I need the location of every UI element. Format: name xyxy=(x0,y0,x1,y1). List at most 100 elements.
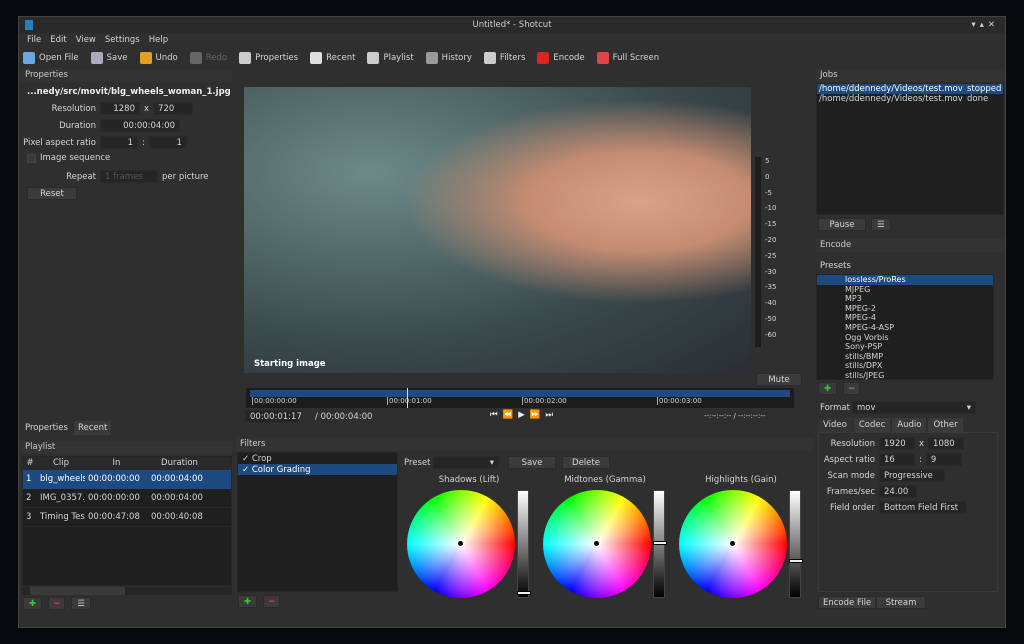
image-sequence-checkbox[interactable] xyxy=(27,153,36,163)
toolbar-redo-button[interactable]: Redo xyxy=(189,52,227,64)
toolbar-encode-button[interactable]: Encode xyxy=(537,52,585,64)
add-filter-icon[interactable]: ✚ xyxy=(238,595,258,608)
fps-field[interactable]: 24.00 xyxy=(879,485,917,498)
playlist-scrollbar[interactable] xyxy=(22,587,232,595)
color-wheel[interactable] xyxy=(543,490,651,598)
column-header[interactable]: # xyxy=(23,457,37,470)
color-wheel[interactable] xyxy=(407,490,515,598)
scan-dropdown[interactable]: Progressive xyxy=(879,469,945,482)
enc-width-field[interactable]: 1920 xyxy=(879,437,915,450)
playhead[interactable] xyxy=(406,388,408,408)
filter-item-crop[interactable]: ✓ Crop xyxy=(238,453,397,464)
preset-item[interactable]: lossless/ProRes xyxy=(817,275,993,285)
tab-audio[interactable]: Audio xyxy=(892,418,927,432)
tab-recent[interactable]: Recent xyxy=(73,421,112,435)
wheel-center-point[interactable] xyxy=(458,541,463,546)
preset-item[interactable]: Sony-PSP xyxy=(817,342,993,352)
undo-icon xyxy=(139,52,152,64)
wheel-center-point[interactable] xyxy=(594,541,599,546)
toolbar-properties-button[interactable]: Properties xyxy=(239,52,298,64)
job-row[interactable]: /home/ddennedy/Videos/test.mov stopped xyxy=(817,84,1003,94)
table-row[interactable]: 1 blg_wheels_...00:00:00:00 00:00:04:00 xyxy=(23,470,231,489)
job-row[interactable]: /home/ddennedy/Videos/test.mov done xyxy=(817,94,1003,104)
rewind-icon[interactable]: ⏪ xyxy=(503,410,514,420)
table-row[interactable]: 2 IMG_0357.JPG00:00:00:00 00:00:04:00 xyxy=(23,489,231,508)
format-dropdown[interactable]: mov ▾ xyxy=(852,401,976,414)
menu-view[interactable]: View xyxy=(76,35,96,45)
remove-filter-icon[interactable]: ━ xyxy=(263,595,281,608)
reset-button[interactable]: Reset xyxy=(27,187,77,200)
level-slider[interactable] xyxy=(789,490,803,598)
toolbar-filters-button[interactable]: Filters xyxy=(483,52,525,64)
filter-item-color-grading[interactable]: ✓ Color Grading xyxy=(238,464,397,475)
preset-item[interactable]: MP3 xyxy=(817,294,993,304)
preset-item[interactable]: stills/BMP xyxy=(817,352,993,362)
tab-codec[interactable]: Codec xyxy=(853,418,891,432)
level-slider[interactable] xyxy=(517,490,531,598)
toolbar-save-button[interactable]: Save xyxy=(90,52,128,64)
table-cell: IMG_0357.JPG xyxy=(40,493,85,503)
duration-field[interactable]: 00:00:04:00 xyxy=(100,119,180,132)
preset-item[interactable]: MPEG-4 xyxy=(817,313,993,323)
field-order-dropdown[interactable]: Bottom Field First xyxy=(879,501,967,514)
preset-item[interactable]: Ogg Vorbis xyxy=(817,333,993,343)
toolbar-full-screen-button[interactable]: Full Screen xyxy=(596,52,659,64)
width-field[interactable]: 1280 xyxy=(100,102,140,115)
preset-dropdown[interactable]: ▾ xyxy=(433,456,499,469)
aspect-h-field[interactable]: 9 xyxy=(925,453,962,466)
table-row[interactable]: 3 Timing Testsl...00:00:47:08 00:00:40:08 xyxy=(23,508,231,527)
play-icon[interactable]: ▶ xyxy=(518,410,525,420)
preset-item[interactable]: stills/DPX xyxy=(817,361,993,371)
par-num-field[interactable]: 1 xyxy=(100,136,138,149)
menu-file[interactable]: File xyxy=(27,35,41,45)
toolbar-undo-button[interactable]: Undo xyxy=(139,52,178,64)
color-wheel[interactable] xyxy=(679,490,787,598)
slider-handle[interactable] xyxy=(517,590,531,595)
preset-item[interactable]: MPEG-4-ASP xyxy=(817,323,993,333)
tab-properties[interactable]: Properties xyxy=(21,421,72,435)
wheel-center-point[interactable] xyxy=(730,541,735,546)
level-slider[interactable] xyxy=(653,490,667,598)
menu-help[interactable]: Help xyxy=(149,35,168,45)
par-den-field[interactable]: 1 xyxy=(148,136,187,149)
preset-item[interactable]: stills/JPEG xyxy=(817,371,993,381)
skip-next-icon[interactable]: ⏭ xyxy=(545,410,553,420)
skip-previous-icon[interactable]: ⏮ xyxy=(490,410,498,420)
pause-button[interactable]: Pause xyxy=(818,218,866,231)
add-icon[interactable]: ✚ xyxy=(23,597,43,610)
toolbar-history-button[interactable]: History xyxy=(425,52,472,64)
preset-item[interactable]: MJPEG xyxy=(817,285,993,295)
slider-handle[interactable] xyxy=(653,541,667,545)
column-header[interactable]: Duration xyxy=(148,457,211,470)
menu-settings[interactable]: Settings xyxy=(105,35,140,45)
timeline-ruler[interactable]: 00:00:00:00 00:00:01:00 00:00:02:00 00:00:0… xyxy=(246,388,794,408)
jobs-menu-icon[interactable]: ☰ xyxy=(871,218,891,231)
remove-preset-icon[interactable]: ━ xyxy=(843,382,861,395)
add-preset-icon[interactable]: ✚ xyxy=(818,382,838,395)
fast-forward-icon[interactable]: ⏩ xyxy=(530,410,541,420)
delete-preset-button[interactable]: Delete xyxy=(562,456,610,469)
column-header[interactable]: In xyxy=(85,457,148,470)
repeat-field[interactable]: 1 frames xyxy=(100,170,158,183)
position-field[interactable]: 00:00:01:17 xyxy=(245,410,302,423)
menu-edit[interactable]: Edit xyxy=(50,35,66,45)
enc-height-field[interactable]: 1080 xyxy=(928,437,965,450)
toolbar-playlist-button[interactable]: Playlist xyxy=(367,52,414,64)
tab-video[interactable]: Video xyxy=(818,418,852,432)
tab-other[interactable]: Other xyxy=(928,418,963,432)
preset-item[interactable]: MPEG-2 xyxy=(817,304,993,314)
mute-button[interactable]: Mute xyxy=(756,373,802,386)
toolbar-recent-button[interactable]: Recent xyxy=(310,52,355,64)
remove-icon[interactable]: ━ xyxy=(48,597,66,610)
window-controls[interactable]: ▾▴✕ xyxy=(971,17,999,33)
aspect-w-field[interactable]: 16 xyxy=(879,453,915,466)
height-field[interactable]: 720 xyxy=(153,102,194,115)
video-viewer[interactable]: Starting image xyxy=(244,87,751,373)
slider-handle[interactable] xyxy=(789,558,803,563)
menu-icon[interactable]: ☰ xyxy=(71,597,91,610)
encode-file-button[interactable]: Encode File xyxy=(818,596,877,609)
save-preset-button[interactable]: Save xyxy=(508,456,556,469)
column-header[interactable]: Clip xyxy=(37,457,85,470)
toolbar-open-file-button[interactable]: Open File xyxy=(23,52,79,64)
stream-button[interactable]: Stream xyxy=(876,596,926,609)
